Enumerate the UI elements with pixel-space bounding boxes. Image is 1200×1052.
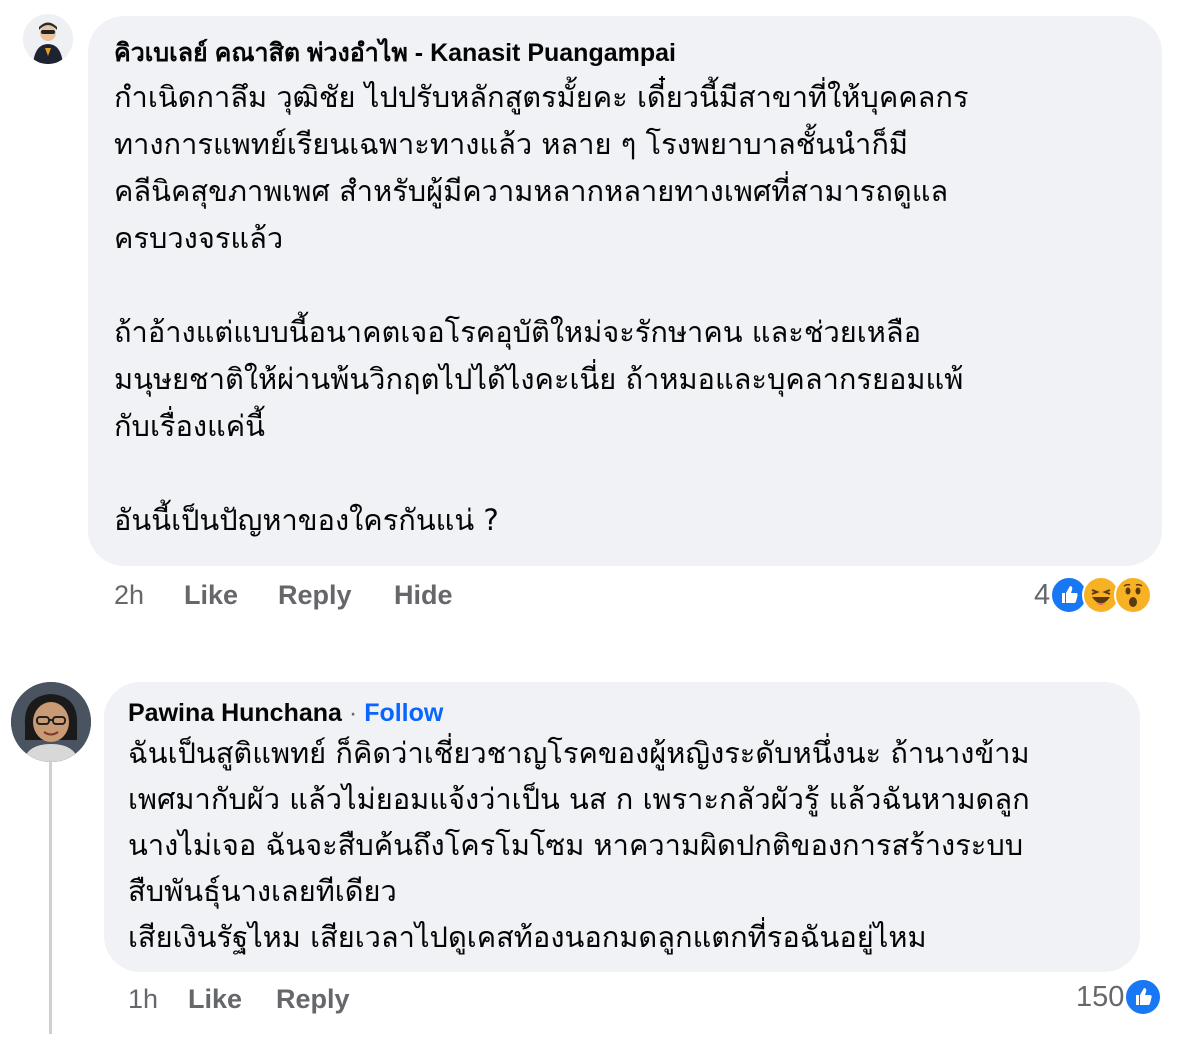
comment-timestamp[interactable]: 1h xyxy=(128,984,158,1015)
reply-button[interactable]: Reply xyxy=(276,984,350,1015)
comment-bubble: คิวเบเลย์ คณาสิต พ่วงอำไพ - Kanasit Puan… xyxy=(88,16,1162,566)
reply-button[interactable]: Reply xyxy=(278,580,352,611)
comment-line: นางไม่เจอ ฉันจะสืบค้นถึงโครโมโซม หาความผ… xyxy=(128,828,1024,862)
like-icon xyxy=(1124,978,1163,1016)
comment-line: ทางการแพทย์เรียนเฉพาะทางแล้ว หลาย ๆ โรงพ… xyxy=(114,127,909,161)
comment-author-row: Pawina Hunchana · Follow xyxy=(128,698,1116,728)
profile-photo-icon xyxy=(11,682,91,762)
reaction-count: 4 xyxy=(1034,578,1051,611)
reaction-summary[interactable]: 150 xyxy=(1076,977,1163,1017)
comment-line: เสียเงินรัฐไหม เสียเวลาไปดูเคสท้องนอกมดล… xyxy=(128,920,927,954)
avatar[interactable] xyxy=(11,682,91,762)
follow-button[interactable]: Follow xyxy=(364,699,443,727)
comment-line: คลีนิคสุขภาพเพศ สำหรับผู้มีความหลากหลายท… xyxy=(114,174,949,208)
comment-line: มนุษยชาติให้ผ่านพ้นวิกฤตไปได้ไงคะเนี่ย ถ… xyxy=(114,362,964,396)
comment-actions: 1h Like Reply xyxy=(128,984,528,1018)
reaction-summary[interactable]: 4 xyxy=(1034,575,1153,615)
comment-line: ฉันเป็นสูติแพทย์ ก็คิดว่าเชี่ยวชาญโรคของ… xyxy=(128,736,1030,770)
separator-dot: · xyxy=(348,699,358,727)
comment-author[interactable]: Pawina Hunchana xyxy=(128,699,342,727)
comment-actions: 2h Like Reply Hide xyxy=(114,580,614,614)
comment-line: กำเนิดกาลึม วุฒิชัย ไปปรับหลักสูตรมั้ยคะ… xyxy=(114,80,969,114)
like-button[interactable]: Like xyxy=(184,580,238,611)
comment-line: สืบพันธุ์นางเลยทีเดียว xyxy=(128,874,397,908)
comment-author[interactable]: คิวเบเลย์ คณาสิต พ่วงอำไพ - Kanasit Puan… xyxy=(114,38,1136,68)
comment-timestamp[interactable]: 2h xyxy=(114,580,144,611)
comment-line: เพศมากับผัว แล้วไม่ยอมแจ้งว่าเป็น นส ก เ… xyxy=(128,782,1030,816)
avatar[interactable] xyxy=(23,14,73,64)
hide-button[interactable]: Hide xyxy=(394,580,453,611)
reaction-count: 150 xyxy=(1076,980,1125,1013)
comment-line: ครบวงจรแล้ว xyxy=(114,221,284,255)
comment-bubble: Pawina Hunchana · Follow ฉันเป็นสูติแพทย… xyxy=(104,682,1140,972)
comment-line: กับเรื่องแค่นี้ xyxy=(114,409,265,443)
comment-line: ถ้าอ้างแต่แบบนี้อนาคตเจอโรคอุบัติใหม่จะร… xyxy=(114,315,922,349)
like-button[interactable]: Like xyxy=(188,984,242,1015)
wow-icon xyxy=(1114,576,1153,614)
comment-text: กำเนิดกาลึม วุฒิชัย ไปปรับหลักสูตรมั้ยคะ… xyxy=(114,74,1136,544)
profile-photo-icon xyxy=(23,14,73,64)
thread-line xyxy=(49,760,52,1034)
comment-line: อันนี้เป็นปัญหาของใครกันแน่ ? xyxy=(114,503,499,537)
comment-text: ฉันเป็นสูติแพทย์ ก็คิดว่าเชี่ยวชาญโรคของ… xyxy=(128,730,1116,960)
